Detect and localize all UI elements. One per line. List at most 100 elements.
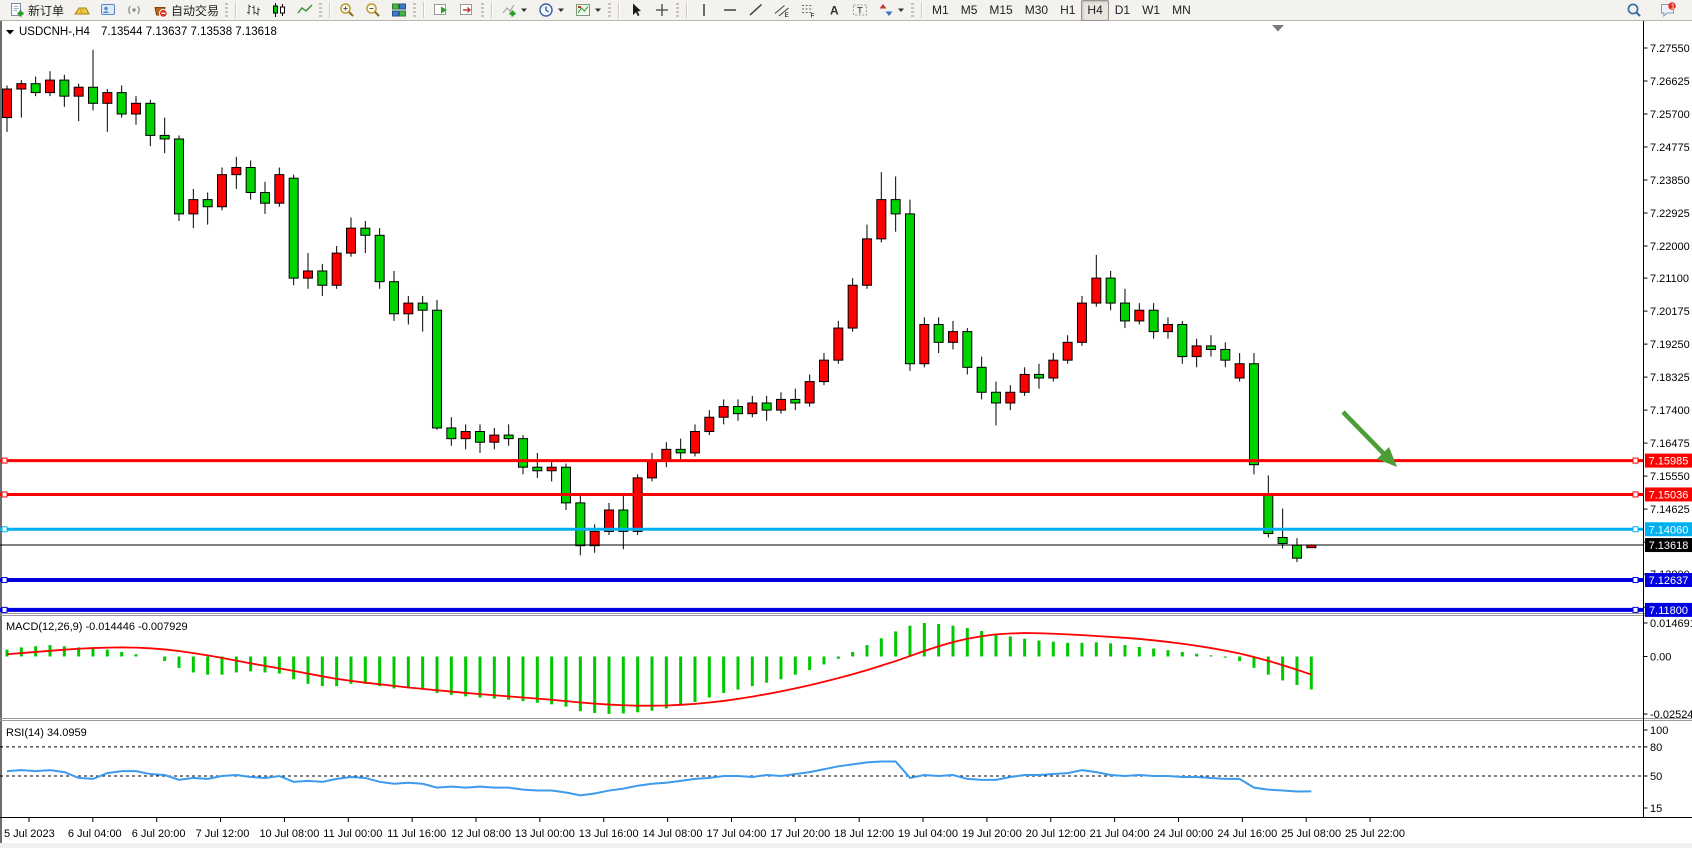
dropdown-arrow-icon (520, 2, 528, 18)
cursor-button[interactable] (623, 0, 649, 21)
macd-label: MACD(12,26,9) -0.014446 -0.007929 (6, 621, 188, 633)
arrows-button[interactable] (873, 0, 910, 21)
timeframe-m30-button[interactable]: M30 (1019, 0, 1054, 21)
svg-text:A: A (830, 4, 839, 18)
gold-button[interactable] (69, 0, 95, 21)
chat-icon: 1 (1659, 2, 1677, 18)
toolbar-grip (481, 3, 484, 17)
text-label-button[interactable]: T (847, 0, 873, 21)
svg-text:10 Jul 08:00: 10 Jul 08:00 (259, 828, 319, 840)
zoom-in-button[interactable] (334, 0, 360, 21)
timeframe-w1-button[interactable]: W1 (1136, 0, 1166, 21)
svg-text:7.15036: 7.15036 (1649, 489, 1689, 501)
candle-chart-icon (271, 2, 287, 18)
svg-text:7.19250: 7.19250 (1650, 339, 1690, 351)
dropdown-arrow-icon (557, 2, 565, 18)
horizontal-line-7.12637[interactable] (0, 578, 1644, 583)
svg-text:7.17400: 7.17400 (1650, 405, 1690, 417)
dropdown-arrow-icon (897, 2, 905, 18)
candle-chart-button[interactable] (266, 0, 292, 21)
toolbar-grip (608, 3, 611, 17)
notifications-button[interactable]: 1 (1654, 0, 1682, 21)
svg-text:6 Jul 04:00: 6 Jul 04:00 (68, 828, 122, 840)
line-chart-icon (297, 2, 313, 18)
auto-scroll-button[interactable] (428, 0, 454, 21)
svg-text:7.18325: 7.18325 (1650, 372, 1690, 384)
svg-text:5 Jul 2023: 5 Jul 2023 (4, 828, 55, 840)
timeframe-h1-button[interactable]: H1 (1054, 0, 1081, 21)
svg-text:15: 15 (1650, 803, 1662, 815)
svg-text:18 Jul 12:00: 18 Jul 12:00 (834, 828, 894, 840)
text-icon: A (826, 2, 842, 18)
toolbar-separator (491, 2, 492, 18)
svg-text:20 Jul 12:00: 20 Jul 12:00 (1026, 828, 1086, 840)
svg-text:24 Jul 16:00: 24 Jul 16:00 (1217, 828, 1277, 840)
broadcast-button[interactable] (121, 0, 147, 21)
window-bottom-strip (0, 843, 1692, 848)
price-badge-7.15985: 7.15985 (1645, 454, 1692, 468)
price-badge-7.11800: 7.11800 (1645, 603, 1692, 617)
vertical-line-button[interactable] (691, 0, 717, 21)
equidistant-channel-button[interactable]: E (769, 0, 795, 21)
svg-text:50: 50 (1650, 771, 1662, 783)
svg-text:7.16475: 7.16475 (1650, 438, 1690, 450)
indicators-icon (501, 2, 517, 18)
chart-title-ohlc: 7.13544 7.13637 7.13538 7.13618 (101, 26, 277, 38)
chart-shift-button[interactable] (454, 0, 480, 21)
svg-text:7.15550: 7.15550 (1650, 471, 1690, 483)
svg-text:7.22925: 7.22925 (1650, 208, 1690, 220)
timeframe-m15-button[interactable]: M15 (983, 0, 1018, 21)
svg-text:100: 100 (1650, 725, 1668, 737)
gold-icon (74, 2, 90, 18)
toolbar-separator (329, 2, 330, 18)
svg-text:11 Jul 16:00: 11 Jul 16:00 (387, 828, 446, 840)
vertical-line-icon (696, 2, 712, 18)
svg-text:E: E (785, 12, 790, 18)
timeframe-d1-button[interactable]: D1 (1109, 0, 1136, 21)
bars-chart-icon (245, 2, 261, 18)
tile-windows-button[interactable] (386, 0, 412, 21)
chart-area[interactable]: 7.275507.266257.257007.247757.238507.229… (0, 0, 1692, 848)
text-button[interactable]: A (821, 0, 847, 21)
line-chart-button[interactable] (292, 0, 318, 21)
main-toolbar: 新订单 自动交易 EFAT M1M5M15M30H1H4D1W1MN 1 (0, 0, 1692, 21)
horizontal-line-7.11800[interactable] (0, 607, 1644, 612)
chart-shift-icon (459, 2, 475, 18)
svg-text:6 Jul 20:00: 6 Jul 20:00 (132, 828, 186, 840)
arrows-icon (878, 2, 894, 18)
editor-icon (100, 2, 116, 18)
crosshair-button[interactable] (649, 0, 675, 21)
trendline-button[interactable] (743, 0, 769, 21)
indicators-button[interactable] (496, 0, 533, 21)
price-badge-7.13618: 7.13618 (1645, 538, 1692, 552)
svg-text:19 Jul 04:00: 19 Jul 04:00 (898, 828, 958, 840)
zoom-out-icon (365, 2, 381, 18)
auto-trading-button[interactable]: 自动交易 (147, 0, 224, 21)
templates-button[interactable] (570, 0, 607, 21)
zoom-out-button[interactable] (360, 0, 386, 21)
timeframe-m1-button[interactable]: M1 (926, 0, 955, 21)
toolbar-separator (235, 2, 236, 18)
price-badge-7.12637: 7.12637 (1645, 573, 1692, 587)
periods-icon (538, 2, 554, 18)
bar-chart-button[interactable] (240, 0, 266, 21)
search-button[interactable] (1621, 0, 1647, 21)
svg-text:7.14060: 7.14060 (1649, 524, 1689, 536)
svg-text:17 Jul 20:00: 17 Jul 20:00 (770, 828, 830, 840)
timeframe-h4-button[interactable]: H4 (1081, 0, 1108, 21)
svg-text:80: 80 (1650, 742, 1662, 754)
svg-text:7.12637: 7.12637 (1649, 575, 1689, 587)
timeframe-m5-button[interactable]: M5 (955, 0, 984, 21)
svg-text:25 Jul 22:00: 25 Jul 22:00 (1345, 828, 1405, 840)
broadcast-icon (126, 2, 142, 18)
search-icon (1626, 2, 1642, 18)
svg-text:19 Jul 20:00: 19 Jul 20:00 (962, 828, 1022, 840)
timeframe-mn-button[interactable]: MN (1166, 0, 1197, 21)
svg-text:7.21100: 7.21100 (1650, 273, 1689, 285)
periods-button[interactable] (533, 0, 570, 21)
horizontal-line-button[interactable] (717, 0, 743, 21)
dropdown-arrow-icon (594, 2, 602, 18)
editor-button[interactable] (95, 0, 121, 21)
new-order-button[interactable]: 新订单 (4, 0, 69, 21)
fibonacci-button[interactable]: F (795, 0, 821, 21)
